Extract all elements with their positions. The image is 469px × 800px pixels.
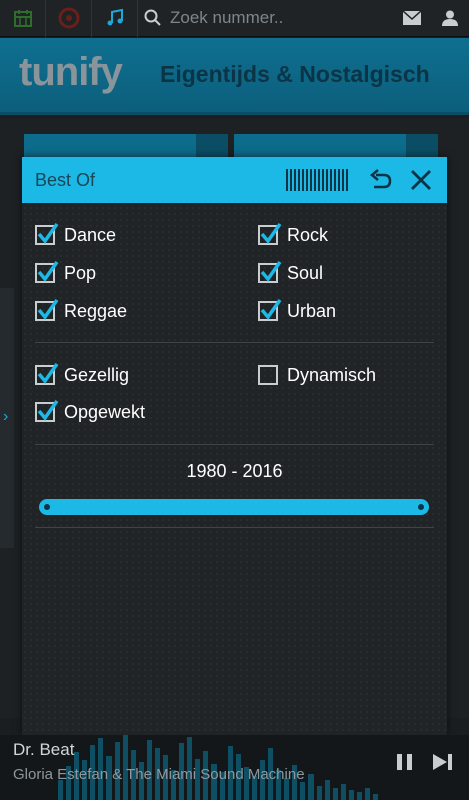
chevron-right-icon[interactable]: ›	[3, 408, 8, 426]
close-icon	[411, 170, 431, 190]
track-title: Dr. Beat	[13, 740, 75, 759]
equalizer-bar	[348, 790, 354, 800]
checkmark-icon	[260, 260, 282, 282]
equalizer-bar	[324, 780, 330, 800]
dialog-header: Best Of	[22, 157, 447, 203]
reset-button[interactable]	[368, 167, 394, 193]
page-title: Eigentijds & Nostalgisch	[160, 61, 430, 87]
checkmark-icon	[260, 222, 282, 244]
equalizer-bar	[340, 784, 346, 800]
equalizer-bar	[373, 794, 379, 800]
checkmark-icon	[37, 260, 59, 282]
mood-checkbox-opgewekt[interactable]: Opgewekt	[35, 399, 145, 425]
checkbox-label: Urban	[287, 300, 337, 321]
checkbox-label: Gezellig	[64, 364, 130, 385]
genre-checkbox-rock[interactable]: Rock	[258, 222, 328, 248]
close-button[interactable]	[408, 167, 434, 193]
equalizer-bar	[356, 792, 362, 800]
tunify-logo[interactable]: tunify	[19, 50, 123, 95]
now-playing-bar[interactable]: Dr. Beat Gloria Estefan & The Miami Soun…	[0, 735, 469, 800]
slider-handle-max[interactable]	[418, 504, 424, 510]
genre-checkbox-urban[interactable]: Urban	[258, 298, 336, 324]
divider	[35, 527, 434, 528]
user-button[interactable]	[431, 0, 469, 37]
checkbox[interactable]	[258, 365, 278, 385]
slider-handle-min[interactable]	[44, 504, 50, 510]
search-input[interactable]	[170, 8, 370, 28]
equalizer-bar	[308, 774, 314, 800]
equalizer-bar	[364, 788, 371, 800]
checkbox[interactable]	[35, 298, 59, 321]
barcode-icon[interactable]	[286, 169, 348, 191]
search-icon	[144, 9, 161, 26]
checkbox[interactable]	[258, 222, 282, 245]
checkmark-icon	[37, 222, 59, 244]
next-button[interactable]	[430, 750, 456, 774]
checkbox-label: Rock	[287, 224, 329, 245]
checkbox[interactable]	[35, 222, 59, 245]
equalizer-bar	[332, 788, 338, 800]
checkbox[interactable]	[35, 362, 59, 385]
year-range-label: 1980 - 2016	[186, 461, 283, 481]
genre-checkbox-dance[interactable]: Dance	[35, 222, 116, 248]
checkmark-icon	[37, 362, 59, 384]
calendar-button[interactable]	[0, 0, 46, 37]
record-icon	[58, 7, 79, 29]
equalizer-bar	[58, 780, 64, 800]
checkbox-label: Pop	[64, 262, 97, 283]
checkbox[interactable]	[258, 260, 282, 283]
checkmark-icon	[260, 298, 282, 320]
music-button[interactable]	[92, 0, 138, 37]
checkbox-label: Dynamisch	[287, 364, 377, 385]
top-bar	[0, 0, 469, 37]
checkbox-label: Dance	[64, 224, 117, 245]
app-header: tunify Eigentijds & Nostalgisch	[0, 38, 469, 115]
music-note-icon	[107, 8, 123, 26]
record-button[interactable]	[46, 0, 92, 37]
genre-checkbox-soul[interactable]: Soul	[258, 260, 323, 286]
divider	[35, 342, 434, 343]
checkbox[interactable]	[258, 298, 282, 321]
checkmark-icon	[37, 399, 59, 421]
pause-icon	[397, 754, 412, 770]
mail-icon	[403, 11, 421, 25]
search-bar	[138, 0, 393, 37]
mail-button[interactable]	[393, 0, 431, 37]
checkbox[interactable]	[35, 399, 59, 422]
mood-checkbox-gezellig[interactable]: Gezellig	[35, 362, 129, 388]
filter-dialog: Best Of Dance Rock Pop Soul Reggae Urban…	[22, 157, 447, 735]
checkbox-label: Opgewekt	[64, 401, 146, 422]
skip-next-icon	[433, 754, 452, 770]
equalizer-bar	[300, 782, 306, 800]
undo-icon	[370, 169, 392, 189]
user-icon	[442, 10, 458, 26]
mood-checkbox-dynamisch[interactable]: Dynamisch	[258, 362, 376, 388]
genre-checkbox-pop[interactable]: Pop	[35, 260, 96, 286]
checkbox-label: Reggae	[64, 300, 128, 321]
pause-button[interactable]	[393, 750, 417, 774]
checkbox-label: Soul	[287, 262, 324, 283]
checkbox[interactable]	[35, 260, 59, 283]
equalizer-bar	[316, 786, 322, 800]
calendar-icon	[13, 10, 32, 27]
checkmark-icon	[37, 298, 59, 320]
genre-checkbox-reggae[interactable]: Reggae	[35, 298, 127, 324]
dialog-title: Best Of	[35, 170, 96, 190]
track-artist: Gloria Estefan & The Miami Sound Machine	[13, 766, 305, 783]
year-range-slider[interactable]	[39, 499, 429, 515]
divider	[35, 444, 434, 445]
